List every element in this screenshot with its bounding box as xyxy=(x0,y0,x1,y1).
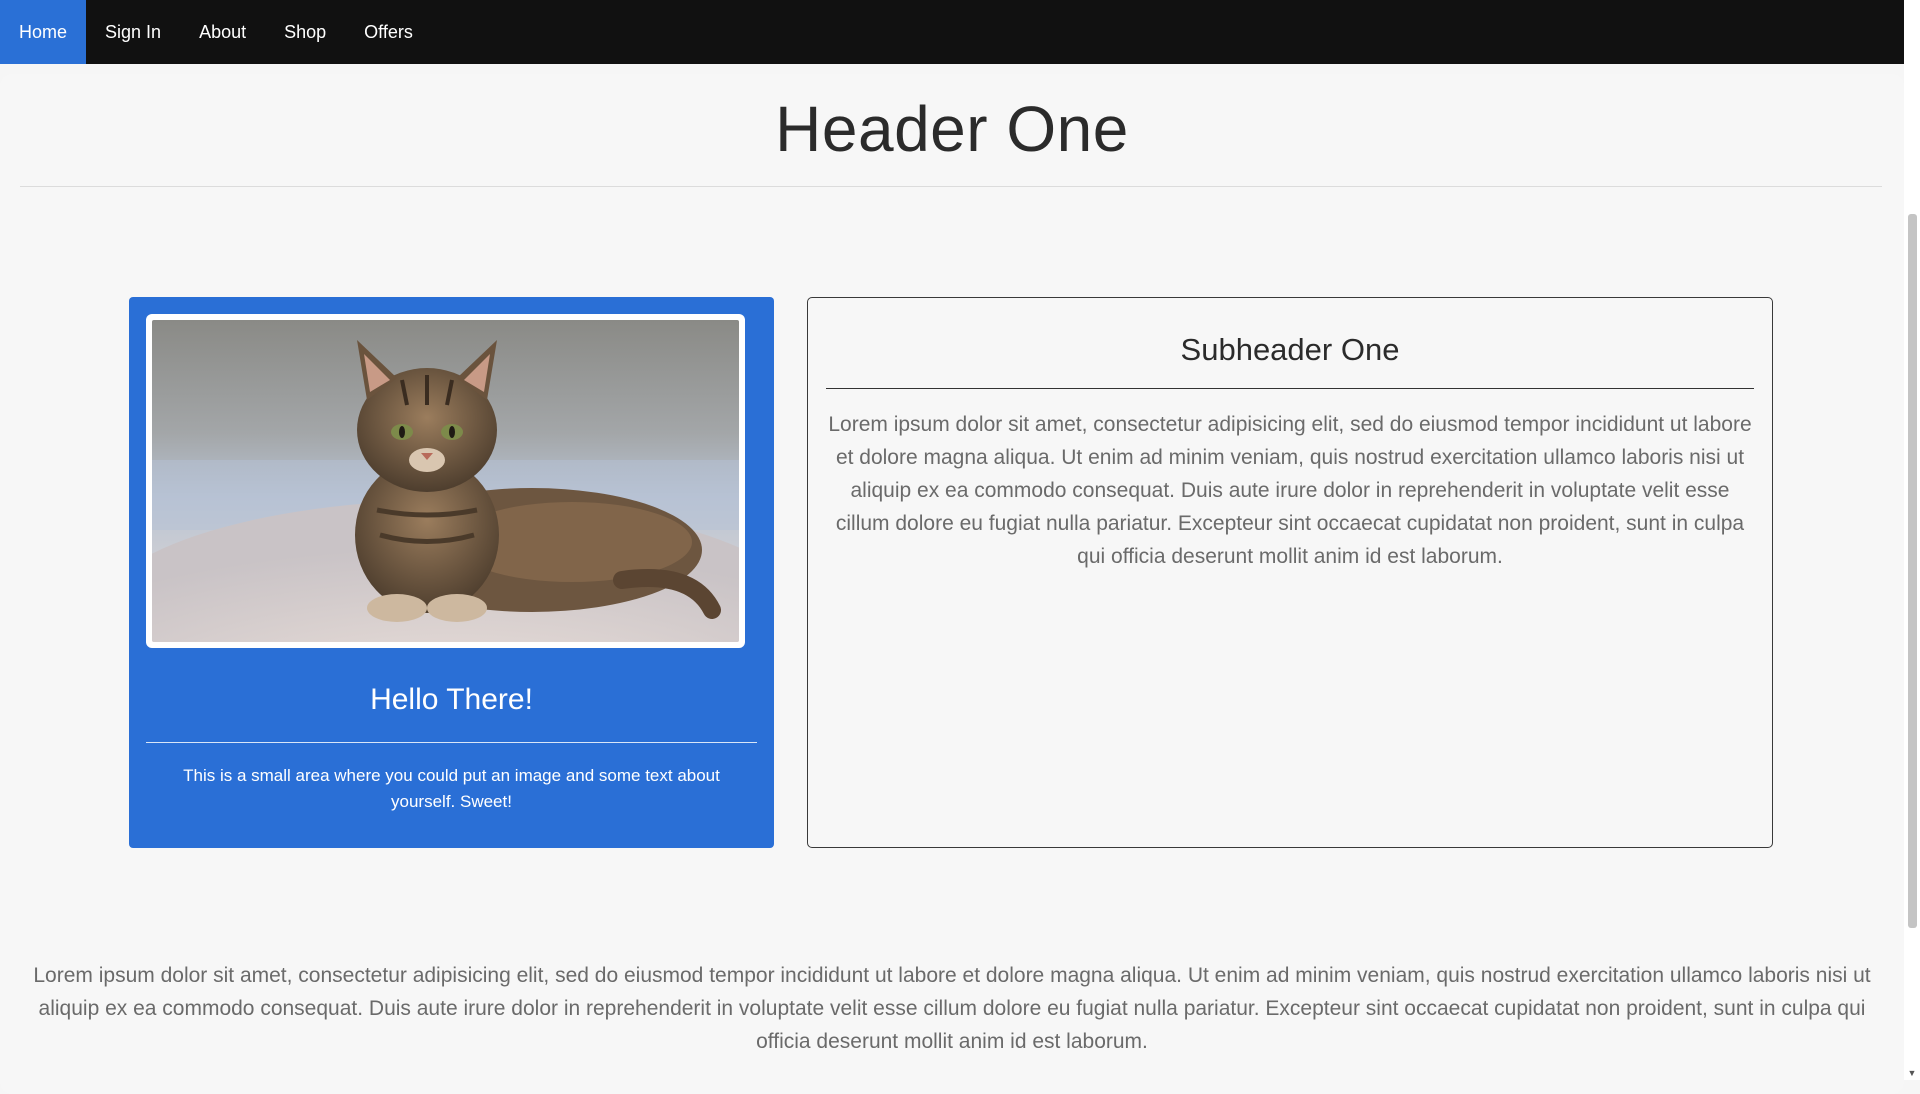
nav-item-offers[interactable]: Offers xyxy=(345,0,432,64)
scrollbar-thumb[interactable] xyxy=(1908,214,1917,928)
profile-card: Hello There! This is a small area where … xyxy=(129,297,774,848)
content-card: Subheader One Lorem ipsum dolor sit amet… xyxy=(807,297,1773,848)
nav-item-shop[interactable]: Shop xyxy=(265,0,345,64)
content-card-heading: Subheader One xyxy=(1180,332,1400,367)
cat-photo xyxy=(152,320,739,642)
vertical-scrollbar[interactable]: ▼ xyxy=(1904,0,1920,1080)
footer-paragraph: Lorem ipsum dolor sit amet, consectetur … xyxy=(33,964,1871,1053)
nav-item-about[interactable]: About xyxy=(180,0,265,64)
nav-item-home[interactable]: Home xyxy=(0,0,87,64)
scroll-down-arrow-icon[interactable]: ▼ xyxy=(1904,1066,1920,1080)
profile-card-text: This is a small area where you could put… xyxy=(183,766,720,811)
content-card-text: Lorem ipsum dolor sit amet, consectetur … xyxy=(828,413,1752,568)
content-card-divider xyxy=(826,388,1754,389)
profile-card-divider xyxy=(146,742,757,743)
profile-card-heading: Hello There! xyxy=(370,683,533,716)
title-divider xyxy=(20,186,1882,187)
photo-frame xyxy=(146,314,745,648)
page-title: Header One xyxy=(775,93,1129,165)
top-navbar: Home Sign In About Shop Offers xyxy=(0,0,1904,64)
nav-item-sign-in[interactable]: Sign In xyxy=(86,0,180,64)
